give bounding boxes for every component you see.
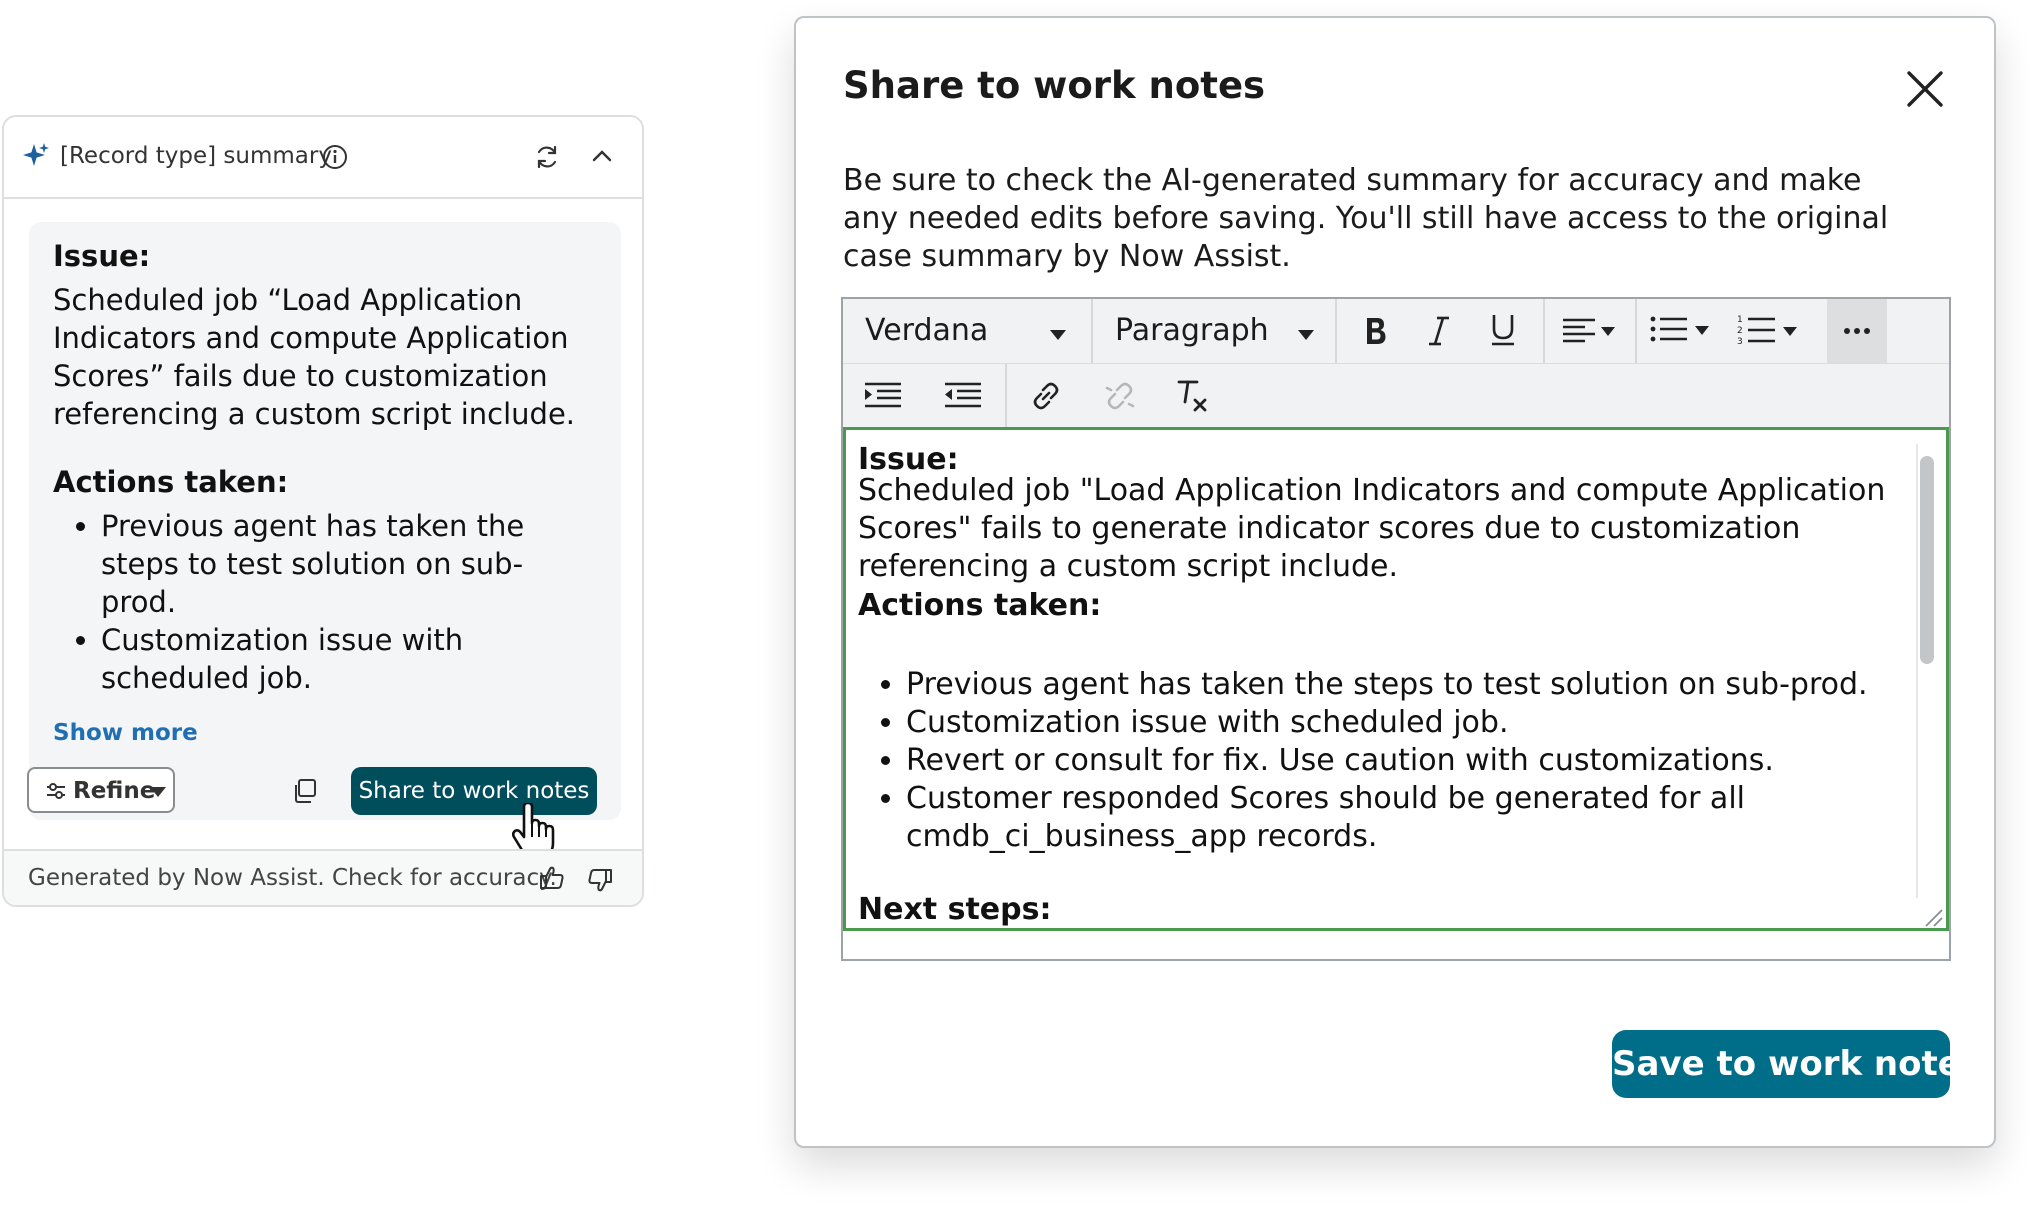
issue-text: Scheduled job “Load Application Indicato… [53, 283, 576, 431]
more-options-button[interactable] [1827, 299, 1887, 363]
thumbs-up-icon[interactable] [539, 865, 565, 891]
caret-down-icon[interactable] [1049, 326, 1067, 345]
thumbs-down-icon[interactable] [587, 867, 613, 893]
summary-card-footer: Generated by Now Assist. Check for accur… [4, 849, 642, 905]
rich-text-editor: Verdana Paragraph 1 2 3 Issue: Scheduled… [841, 297, 1951, 961]
actions-list: Previous agent has taken the steps to te… [858, 666, 1906, 856]
list-item: Previous agent has taken the steps to te… [101, 507, 571, 621]
refine-button[interactable]: Refine [27, 767, 175, 813]
outdent-icon[interactable] [943, 382, 983, 414]
issue-label: Issue: [53, 239, 151, 273]
chevron-up-icon[interactable] [590, 146, 614, 166]
block-format-select[interactable]: Paragraph [1115, 313, 1269, 348]
svg-text:1: 1 [1737, 315, 1743, 325]
font-family-select[interactable]: Verdana [865, 313, 988, 348]
show-more-link[interactable]: Show more [53, 720, 198, 746]
list-item: Customization issue with scheduled job. [101, 621, 571, 697]
modal-title: Share to work notes [843, 64, 1266, 107]
refresh-icon[interactable] [534, 144, 560, 170]
clear-format-icon[interactable] [1175, 378, 1209, 416]
list-item: Customer responded Scores should be gene… [906, 780, 1906, 856]
caret-down-icon[interactable] [1297, 326, 1315, 345]
sliders-icon [45, 780, 67, 802]
share-to-work-notes-button[interactable]: Share to work notes [351, 767, 597, 815]
modal-description: Be sure to check the AI-generated summar… [843, 163, 1889, 274]
summary-card-header: [Record type] summary [4, 117, 642, 199]
summary-card-title: [Record type] summary [60, 143, 332, 169]
next-steps-label: Next steps: [858, 892, 1052, 927]
align-left-icon[interactable] [1561, 317, 1617, 349]
summary-content: Issue: Scheduled job “Load Application I… [29, 222, 621, 820]
actions-label: Actions taken: [858, 588, 1102, 623]
list-item: Revert or consult for fix. Use caution w… [906, 742, 1906, 780]
actions-list: Previous agent has taken the steps to te… [53, 507, 571, 697]
copy-icon[interactable] [292, 778, 318, 804]
resize-handle-icon[interactable] [1924, 908, 1944, 928]
work-notes-editor-content[interactable]: Issue: Scheduled job "Load Application I… [843, 427, 1949, 931]
caret-down-icon [149, 786, 167, 798]
editor-toolbar: Verdana Paragraph 1 2 3 [843, 299, 1949, 363]
more-icon [1841, 321, 1873, 345]
numbered-list-icon[interactable]: 1 2 3 [1737, 313, 1807, 351]
issue-text: Scheduled job "Load Application Indicato… [858, 473, 1886, 584]
refine-button-label: Refine [73, 778, 156, 804]
unlink-icon[interactable] [1103, 380, 1137, 416]
list-item: Previous agent has taken the steps to te… [906, 666, 1906, 704]
underline-icon[interactable] [1489, 313, 1517, 351]
share-to-work-notes-modal: Share to work notes Be sure to check the… [794, 16, 1996, 1148]
svg-text:3: 3 [1737, 337, 1743, 347]
actions-label: Actions taken: [53, 465, 289, 499]
list-item: Customization issue with scheduled job. [906, 704, 1906, 742]
close-icon[interactable] [1906, 70, 1944, 108]
save-to-work-notes-button[interactable]: Save to work notes [1612, 1030, 1981, 1098]
disclaimer-text: Generated by Now Assist. Check for accur… [28, 865, 557, 891]
editor-toolbar-secondary [843, 363, 1949, 428]
svg-text:2: 2 [1737, 326, 1743, 336]
bold-icon[interactable] [1363, 315, 1389, 351]
sparkle-icon [22, 142, 50, 170]
link-icon[interactable] [1029, 380, 1063, 416]
summary-card: [Record type] summary Issue: Scheduled j… [2, 115, 644, 907]
scrollbar-thumb[interactable] [1920, 456, 1934, 664]
info-icon[interactable] [322, 144, 348, 170]
italic-icon[interactable] [1427, 315, 1451, 351]
indent-icon[interactable] [863, 382, 903, 414]
bullet-list-icon[interactable] [1649, 315, 1719, 349]
